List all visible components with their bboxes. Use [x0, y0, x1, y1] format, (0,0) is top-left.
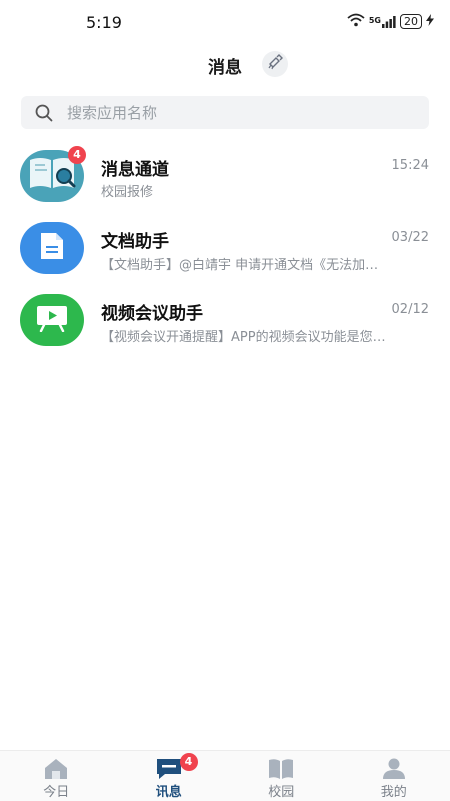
page-title: 消息	[0, 53, 450, 78]
status-icons: 5G 20	[347, 12, 434, 31]
search-input[interactable]	[65, 103, 389, 123]
tab-label: 我的	[381, 781, 407, 800]
broom-icon	[267, 54, 283, 74]
battery-indicator: 20	[400, 14, 422, 29]
conversation-title: 消息通道	[101, 155, 169, 180]
conversation-item[interactable]: 4 消息通道 15:24 校园报修	[0, 144, 450, 216]
book-icon	[267, 758, 295, 780]
status-bar: 5:19 5G 20	[0, 0, 450, 44]
chat-icon	[155, 758, 183, 780]
document-icon	[39, 231, 65, 265]
person-icon	[381, 758, 407, 780]
tab-campus[interactable]: 校园	[225, 751, 338, 801]
conversation-preview: 校园报修	[101, 181, 431, 200]
conversation-preview: 【视频会议开通提醒】APP的视频会议功能是您…	[101, 326, 431, 345]
tab-label: 校园	[268, 781, 294, 800]
conversation-item[interactable]: 视频会议助手 02/12 【视频会议开通提醒】APP的视频会议功能是您…	[0, 288, 450, 360]
search-icon	[35, 104, 53, 122]
avatar	[20, 294, 84, 346]
search-bar[interactable]	[21, 96, 429, 129]
charging-icon	[426, 14, 434, 29]
conversation-preview: 【文档助手】@白靖宇 申请开通文档《无法加…	[101, 254, 431, 273]
status-time: 5:19	[86, 13, 122, 32]
tab-me[interactable]: 我的	[338, 751, 450, 801]
home-icon	[43, 758, 69, 780]
conversation-time: 15:24	[392, 158, 429, 173]
conversation-title: 文档助手	[101, 227, 169, 252]
conversation-title: 视频会议助手	[101, 299, 203, 324]
unread-badge: 4	[180, 753, 198, 771]
tab-today[interactable]: 今日	[0, 751, 113, 801]
tab-label: 讯息	[156, 781, 182, 800]
page-header: 消息	[0, 44, 450, 86]
avatar	[20, 222, 84, 274]
bottom-tab-bar: 今日 4 讯息 校园 我的	[0, 750, 450, 801]
signal-icon: 5G	[369, 16, 396, 28]
conversation-item[interactable]: 文档助手 03/22 【文档助手】@白靖宇 申请开通文档《无法加…	[0, 216, 450, 288]
unread-badge: 4	[68, 146, 86, 164]
tab-label: 今日	[43, 781, 69, 800]
video-play-icon	[35, 304, 69, 336]
clear-unread-button[interactable]	[262, 51, 288, 77]
wifi-icon	[347, 12, 365, 31]
tab-messages[interactable]: 4 讯息	[113, 751, 226, 801]
conversation-time: 03/22	[392, 230, 429, 245]
conversation-time: 02/12	[392, 302, 429, 317]
network-type: 5G	[369, 16, 381, 25]
